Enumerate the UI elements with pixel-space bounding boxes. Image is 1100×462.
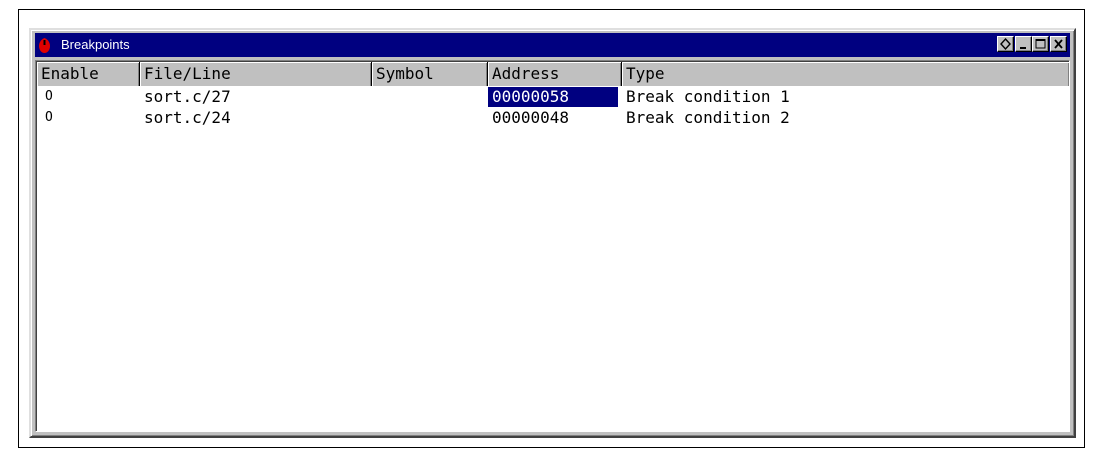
maximize-button[interactable] [1032,36,1049,52]
minimize-button[interactable] [1015,36,1032,52]
column-header-row: Enable File/Line Symbol Address Type [37,62,1069,86]
title-bar[interactable]: Breakpoints [35,33,1070,57]
column-header-enable[interactable]: Enable [37,62,140,86]
column-header-file-line[interactable]: File/Line [140,62,372,86]
close-icon [1054,39,1063,49]
window-title: Breakpoints [61,37,130,52]
maximize-icon [1035,39,1046,49]
diamond-icon [1000,37,1011,51]
enable-cell[interactable]: O [37,87,140,107]
close-button[interactable] [1050,36,1067,52]
breakpoints-window: Breakpoints Enable File/Line Symbol Addr… [29,28,1076,438]
address-cell-selected[interactable]: 00000058 [488,87,618,107]
breakpoint-app-icon [39,38,50,53]
restore-diamond-button[interactable] [997,36,1014,52]
enable-cell[interactable]: O [37,108,140,128]
breakpoint-rows: O sort.c/27 00000058 Break condition 1 O… [37,87,1069,129]
minimize-icon [1020,47,1026,49]
table-row[interactable]: O sort.c/24 00000048 Break condition 2 [37,108,1069,129]
column-header-address[interactable]: Address [488,62,622,86]
type-cell: Break condition 1 [626,87,790,106]
address-cell: 00000048 [492,108,570,127]
column-header-type[interactable]: Type [622,62,1069,86]
symbol-cell [372,108,488,128]
file-line-cell: sort.c/27 [144,87,231,106]
file-line-cell: sort.c/24 [144,108,231,127]
column-header-symbol[interactable]: Symbol [372,62,488,86]
table-row[interactable]: O sort.c/27 00000058 Break condition 1 [37,87,1069,108]
type-cell: Break condition 2 [626,108,790,127]
symbol-cell [372,87,488,107]
breakpoints-list[interactable]: Enable File/Line Symbol Address Type O s… [35,60,1070,432]
